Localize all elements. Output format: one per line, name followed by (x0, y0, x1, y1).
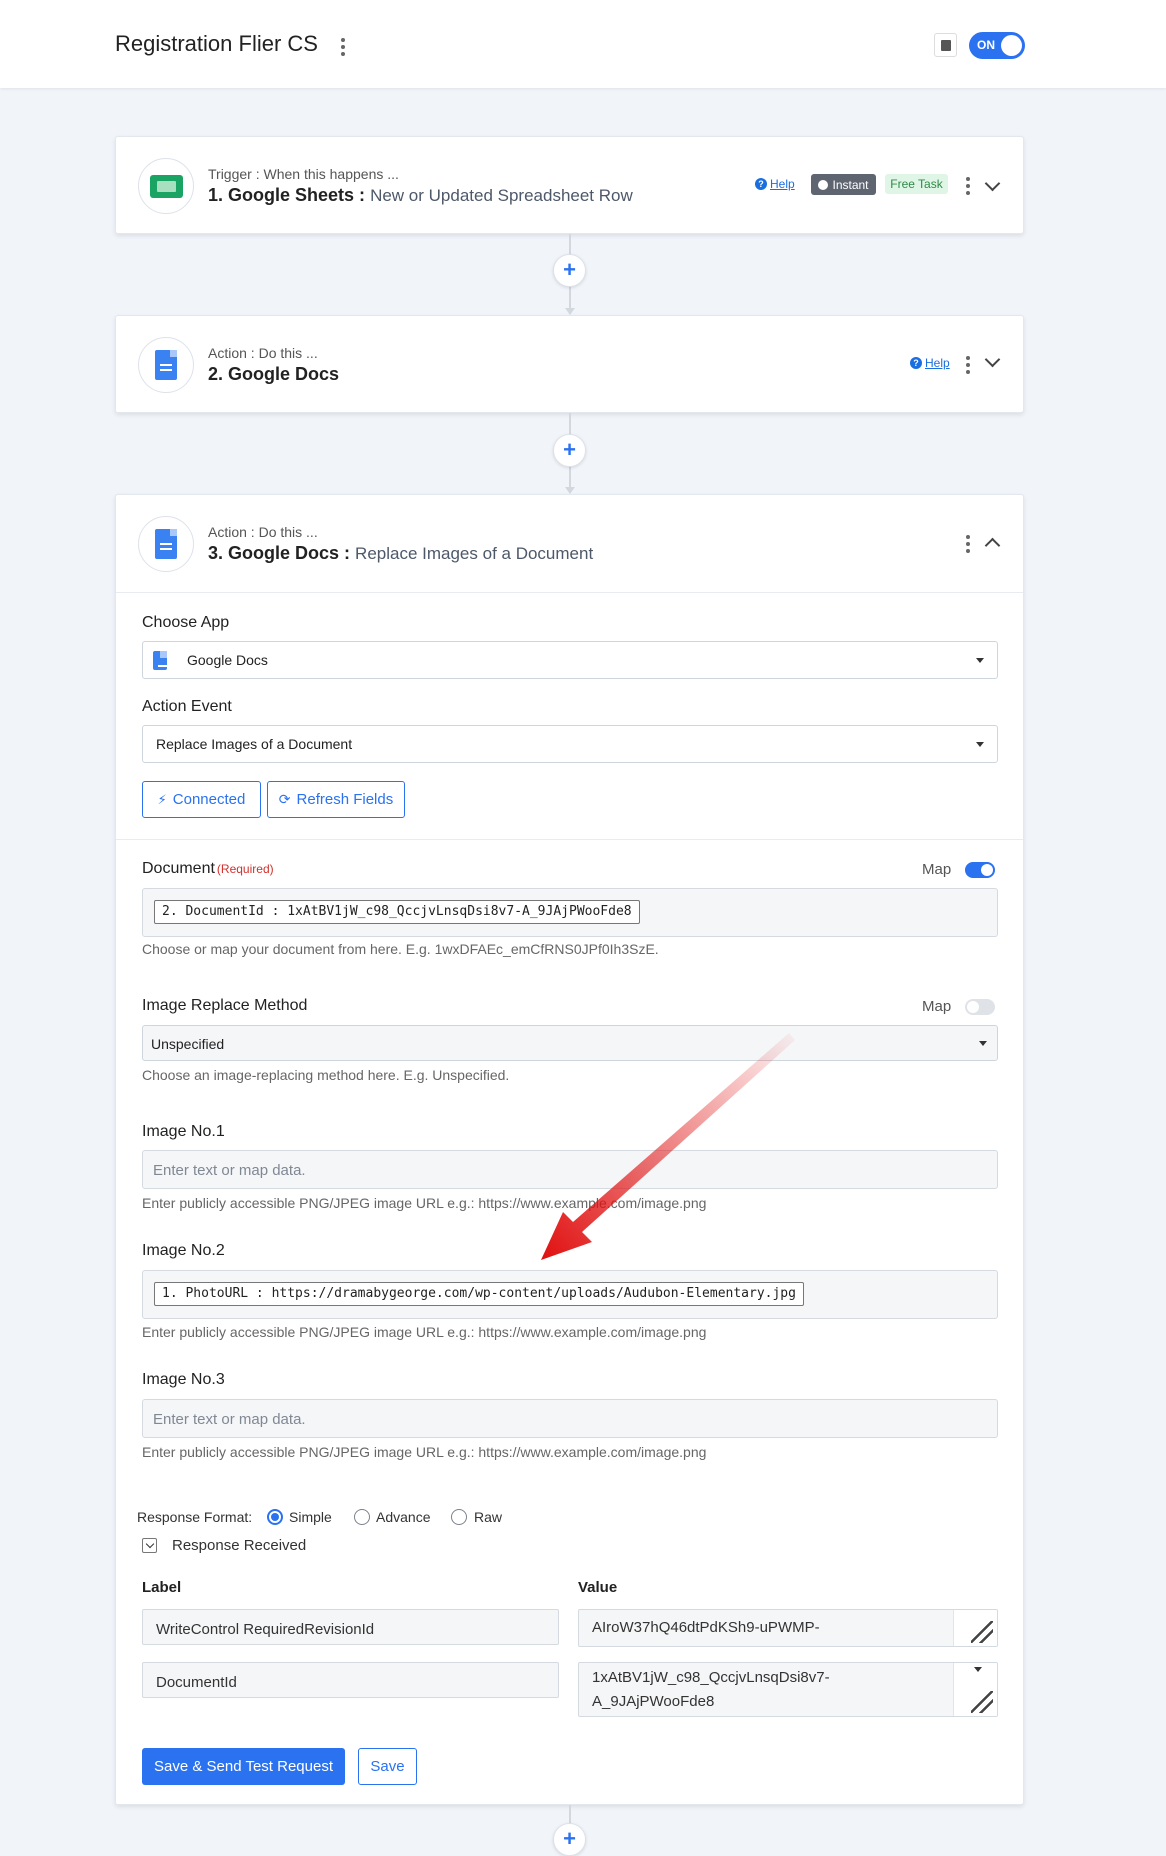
arrow-shape (541, 1033, 795, 1260)
annotation-arrow (541, 1033, 795, 1260)
